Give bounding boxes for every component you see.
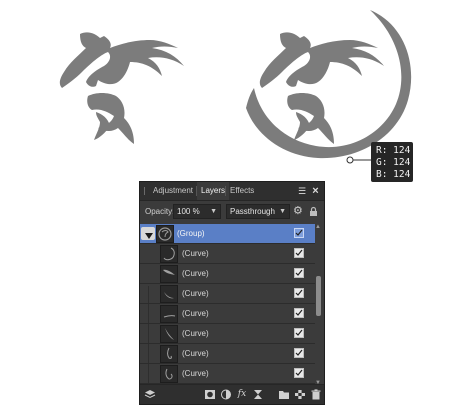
close-icon[interactable]: ×	[310, 184, 321, 198]
pixel-layer-icon[interactable]	[294, 389, 306, 400]
layer-row-curve[interactable]: (Curve)	[140, 284, 316, 304]
panel-menu-icon[interactable]: ☰	[296, 184, 308, 198]
fx-icon[interactable]: fx	[236, 389, 248, 400]
layer-row-curve[interactable]: (Curve)	[140, 244, 316, 264]
layer-thumbnail	[160, 305, 178, 323]
opacity-field[interactable]: 100 % ▼	[173, 204, 221, 219]
layer-row-curve[interactable]: (Curve)	[140, 364, 316, 384]
layer-thumbnail	[160, 245, 178, 263]
trash-icon[interactable]	[310, 389, 322, 400]
panel-grip-icon[interactable]	[144, 187, 145, 195]
visibility-checkbox[interactable]	[294, 288, 304, 298]
folder-icon[interactable]	[278, 389, 290, 400]
layer-row-group[interactable]: (Group)	[140, 224, 316, 244]
layer-name: (Curve)	[182, 349, 209, 358]
visibility-checkbox[interactable]	[294, 348, 304, 358]
readout-b: B: 124	[376, 169, 411, 180]
layer-thumbnail	[160, 345, 178, 363]
layer-row-curve[interactable]: (Curve)	[140, 304, 316, 324]
scrollbar-thumb[interactable]	[316, 276, 321, 316]
layer-name: (Group)	[177, 229, 205, 238]
mask-icon[interactable]	[204, 389, 216, 400]
gear-icon[interactable]: ⚙	[293, 206, 304, 217]
layer-name: (Curve)	[182, 309, 209, 318]
live-filter-icon[interactable]	[252, 389, 264, 400]
layers-stack-icon[interactable]	[144, 389, 156, 400]
visibility-checkbox[interactable]	[294, 228, 304, 238]
opacity-value: 100 %	[177, 207, 200, 216]
adjustment-icon[interactable]	[220, 389, 232, 400]
color-readout-tooltip: R: 124 G: 124 B: 124	[371, 142, 413, 182]
blend-mode-value: Passthrough	[230, 207, 275, 216]
layer-name: (Curve)	[182, 289, 209, 298]
layer-list: (Group) (Curve) (Curve) (Curve) (Curve) …	[140, 224, 316, 384]
lock-icon[interactable]	[308, 206, 319, 217]
visibility-checkbox[interactable]	[294, 248, 304, 258]
layer-name: (Curve)	[182, 329, 209, 338]
disclosure-toggle[interactable]	[141, 227, 155, 240]
tab-adjustment[interactable]: Adjustment	[149, 182, 197, 200]
panel-tab-bar: Adjustment Layers Effects ☰ ×	[140, 182, 324, 201]
layer-thumbnail	[160, 365, 178, 383]
layer-thumbnail	[160, 285, 178, 303]
horse-logo-left	[59, 32, 185, 144]
layer-list-scrollbar[interactable]: ▲ ▼	[315, 224, 322, 386]
panel-bottom-toolbar: fx	[140, 384, 324, 404]
visibility-checkbox[interactable]	[294, 328, 304, 338]
visibility-checkbox[interactable]	[294, 268, 304, 278]
chevron-down-icon: ▼	[210, 208, 217, 215]
layer-thumbnail	[160, 325, 178, 343]
layer-name: (Curve)	[182, 269, 209, 278]
layer-row-curve[interactable]: (Curve)	[140, 344, 316, 364]
horse-logo-right-with-arc	[246, 10, 412, 159]
layer-thumbnail	[160, 265, 178, 283]
opacity-label: Opacity:	[145, 207, 175, 216]
blend-mode-select[interactable]: Passthrough ▼	[226, 204, 290, 219]
chevron-down-icon	[145, 233, 153, 239]
scroll-up-icon[interactable]: ▲	[315, 224, 321, 230]
layer-thumbnail	[156, 225, 174, 243]
layers-panel: Adjustment Layers Effects ☰ × Opacity: 1…	[139, 181, 325, 405]
readout-r: R: 124	[376, 145, 411, 156]
color-picker-pointer	[346, 156, 371, 164]
tab-effects[interactable]: Effects	[226, 182, 258, 200]
layer-name: (Curve)	[182, 369, 209, 378]
chevron-down-icon: ▼	[279, 208, 286, 215]
layer-name: (Curve)	[182, 249, 209, 258]
visibility-checkbox[interactable]	[294, 308, 304, 318]
layer-options-bar: Opacity: 100 % ▼ Passthrough ▼ ⚙	[140, 201, 324, 223]
layer-row-curve[interactable]: (Curve)	[140, 324, 316, 344]
readout-g: G: 124	[376, 157, 411, 168]
visibility-checkbox[interactable]	[294, 368, 304, 378]
layer-row-curve[interactable]: (Curve)	[140, 264, 316, 284]
